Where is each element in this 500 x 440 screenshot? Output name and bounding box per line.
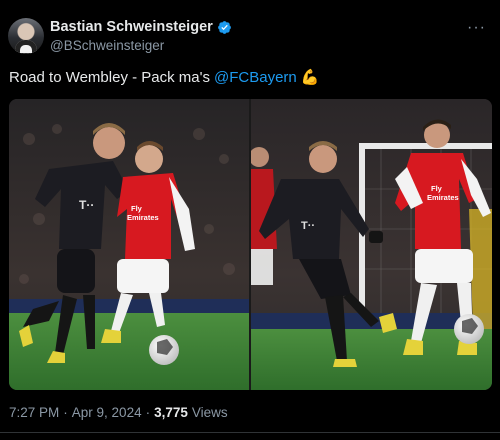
display-name-row: Bastian Schweinsteiger: [50, 19, 232, 35]
tweet-media[interactable]: T·· Fly Emirates T·· Fly Emirates: [9, 99, 492, 390]
views-label: Views: [191, 405, 228, 420]
bottom-divider: [0, 432, 500, 433]
author-display-name[interactable]: Bastian Schweinsteiger: [50, 19, 213, 35]
flexed-biceps-icon: 💪: [300, 69, 320, 86]
tweet-text: Road to Wembley - Pack ma's @FCBayern 💪: [9, 68, 320, 87]
photo-1[interactable]: T·· Fly Emirates: [9, 99, 249, 390]
photo-1-scene: T·· Fly Emirates: [9, 99, 249, 390]
verified-badge-icon: [217, 20, 232, 35]
tweet-meta: 7:27 PM · Apr 9, 2024 · 3,775 Views: [9, 405, 228, 420]
views-count[interactable]: 3,775: [154, 405, 188, 420]
football-left: [149, 335, 179, 365]
meta-separator-2: ·: [145, 405, 151, 420]
svg-text:T··: T··: [301, 220, 315, 232]
author-handle[interactable]: @BSchweinsteiger: [50, 38, 232, 53]
sponsor-text-left: Fly: [131, 204, 143, 213]
photo-2[interactable]: T·· Fly Emirates: [251, 99, 492, 390]
meta-separator: ·: [63, 405, 68, 420]
svg-text:T··: T··: [79, 198, 94, 212]
football-right: [454, 314, 484, 344]
author-names: Bastian Schweinsteiger @BSchweinsteiger: [50, 19, 232, 53]
sponsor-text-right: Fly: [431, 184, 443, 193]
more-options-icon[interactable]: ···: [467, 20, 486, 36]
tweet-date[interactable]: Apr 9, 2024: [72, 405, 142, 420]
photo-2-scene: T·· Fly Emirates: [251, 99, 492, 390]
author-avatar[interactable]: [8, 18, 44, 54]
svg-text:Emirates: Emirates: [127, 213, 159, 222]
tweet-body: Road to Wembley - Pack ma's: [9, 68, 210, 86]
tweet-time[interactable]: 7:27 PM: [9, 405, 59, 420]
mention-link[interactable]: @FCBayern: [214, 69, 297, 86]
tweet-header: Bastian Schweinsteiger @BSchweinsteiger: [8, 18, 232, 54]
svg-text:Emirates: Emirates: [427, 193, 459, 202]
